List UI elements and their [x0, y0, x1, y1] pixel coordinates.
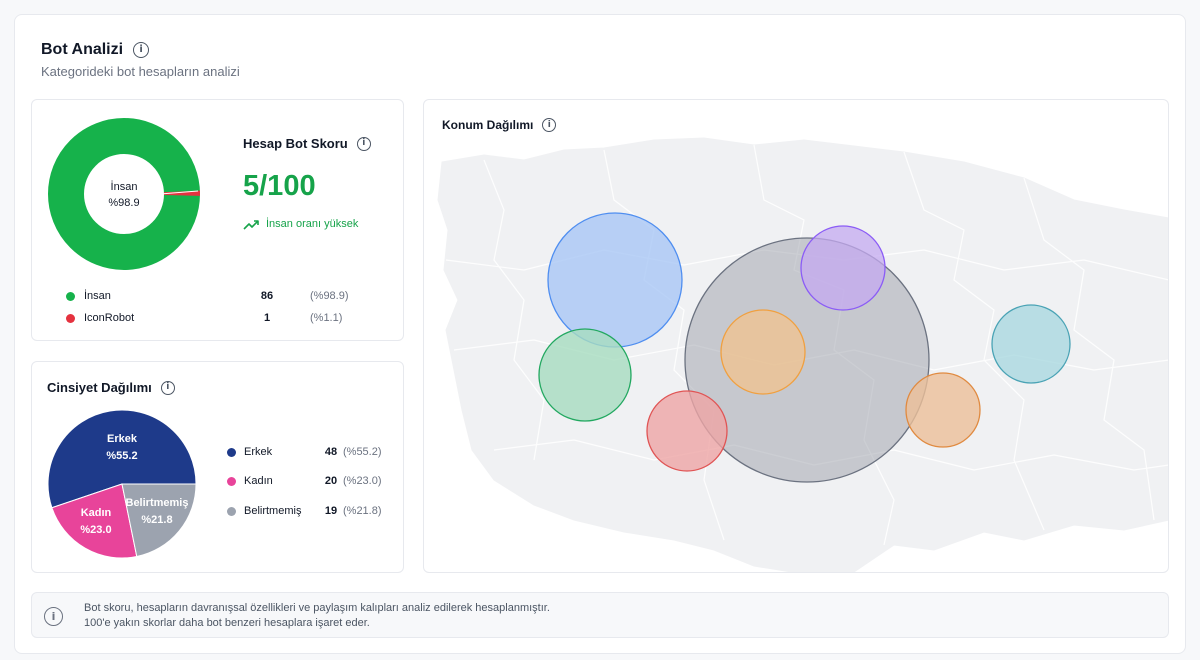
legend-percent: (%1.1)	[310, 312, 343, 324]
info-icon[interactable]: i	[133, 42, 150, 58]
location-bubble[interactable]	[720, 309, 806, 395]
legend-percent: (%21.8)	[343, 505, 382, 517]
legend-dot	[227, 507, 236, 516]
donut-center-value: %98.9	[108, 197, 140, 209]
gender-legend-unspecified: Belirtmemiş 19 (%21.8)	[227, 504, 397, 520]
gender-legend-male: Erkek 48 (%55.2)	[227, 445, 397, 461]
info-note-line: Bot skoru, hesapların davranışsal özelli…	[84, 602, 550, 614]
bot-score-card: İnsan %98.9 Hesap Bot Skoru i 5/100 İnsa…	[31, 99, 404, 341]
pie-label-name: Belirtmemiş	[125, 497, 189, 509]
bot-analysis-panel: Bot Analizi i Kategorideki bot hesapları…	[14, 14, 1186, 654]
location-bubble[interactable]	[646, 390, 728, 472]
pie-label-name: Erkek	[107, 433, 137, 445]
pie-label-female: Kadın %23.0	[61, 505, 131, 539]
pie-label-percent: %21.8	[141, 514, 173, 526]
pie-label-percent: %23.0	[80, 524, 112, 536]
donut-center-title: İnsan	[110, 181, 138, 193]
info-icon[interactable]: i	[356, 136, 371, 151]
location-bubble[interactable]	[800, 225, 886, 311]
legend-dot	[227, 477, 236, 486]
pie-label-unspecified: Belirtmemiş %21.8	[122, 495, 192, 529]
legend-count: 19	[324, 505, 338, 517]
pie-label-name: Kadın	[80, 507, 112, 519]
legend-label: Kadın	[244, 475, 273, 487]
location-distribution-card: Konum Dağılımı i	[423, 99, 1169, 573]
info-note-text: Bot skoru, hesapların davranışsal özelli…	[84, 601, 550, 631]
legend-dot	[227, 448, 236, 457]
score-trend: İnsan oranı yüksek	[243, 218, 358, 230]
legend-percent: (%98.9)	[310, 290, 349, 302]
info-icon: i	[44, 607, 63, 626]
legend-count: 86	[260, 290, 274, 302]
legend-item-bot: IconRobot 1 (%1.1)	[66, 311, 396, 327]
legend-label: İnsan	[84, 290, 111, 302]
gender-title-text: Cinsiyet Dağılımı	[47, 380, 152, 395]
legend-label: Erkek	[244, 446, 273, 458]
gender-title: Cinsiyet Dağılımı i	[47, 380, 175, 395]
pie-label-male: Erkek %55.2	[87, 431, 157, 465]
bot-donut-chart: İnsan %98.9	[46, 116, 202, 272]
pie-label-percent: %55.2	[106, 450, 138, 462]
trend-up-icon	[243, 219, 259, 230]
info-icon[interactable]: i	[160, 380, 175, 395]
location-bubble[interactable]	[991, 304, 1071, 384]
legend-label: Belirtmemiş	[244, 505, 302, 517]
legend-percent: (%55.2)	[343, 446, 382, 458]
location-bubble[interactable]	[538, 328, 632, 422]
location-bubble[interactable]	[905, 372, 981, 448]
score-title-text: Hesap Bot Skoru	[243, 136, 348, 151]
legend-count: 1	[263, 312, 271, 324]
location-map	[437, 137, 1168, 572]
map-title-text: Konum Dağılımı	[442, 118, 534, 132]
map-title: Konum Dağılımı i	[442, 118, 557, 132]
gender-legend-female: Kadın 20 (%23.0)	[227, 474, 397, 490]
panel-subtitle: Kategorideki bot hesapların analizi	[41, 64, 240, 79]
legend-item-human: İnsan 86 (%98.9)	[66, 289, 396, 305]
gender-pie-chart: Erkek %55.2 Kadın %23.0 Belirtmemiş %21.…	[47, 409, 197, 559]
legend-label: IconRobot	[84, 312, 135, 324]
legend-dot	[66, 292, 75, 301]
trend-text: İnsan oranı yüksek	[266, 218, 359, 230]
score-value: 5/100	[243, 170, 316, 202]
location-bubble[interactable]	[547, 212, 683, 348]
info-note-line: 100'e yakın skorlar daha bot benzeri hes…	[84, 617, 370, 629]
donut-center-label: İnsan %98.9	[46, 179, 202, 211]
panel-title: Bot Analizi i	[41, 41, 150, 59]
legend-percent: (%23.0)	[343, 475, 382, 487]
panel-title-text: Bot Analizi	[41, 41, 124, 58]
legend-dot	[66, 314, 75, 323]
score-title: Hesap Bot Skoru i	[243, 136, 371, 151]
legend-count: 48	[324, 446, 338, 458]
gender-distribution-card: Cinsiyet Dağılımı i Erkek %55.2 Kadın %2…	[31, 361, 404, 573]
info-note: i Bot skoru, hesapların davranışsal özel…	[31, 592, 1169, 638]
legend-count: 20	[324, 475, 338, 487]
info-icon[interactable]: i	[542, 118, 557, 132]
